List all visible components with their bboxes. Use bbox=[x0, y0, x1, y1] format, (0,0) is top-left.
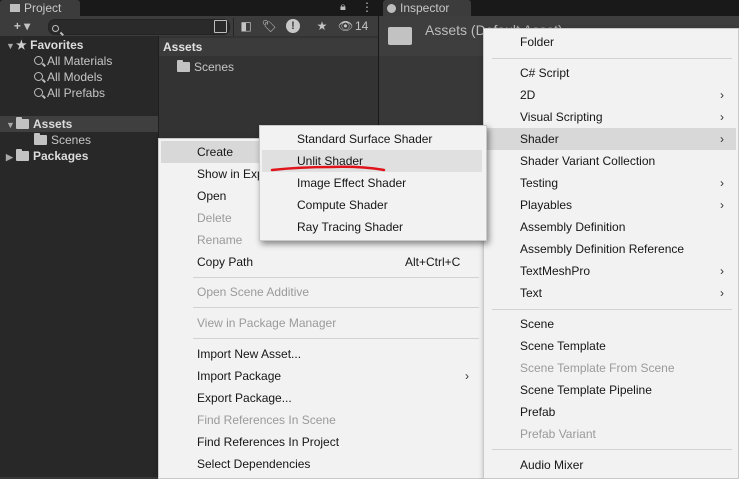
underline-annotation bbox=[270, 165, 386, 172]
